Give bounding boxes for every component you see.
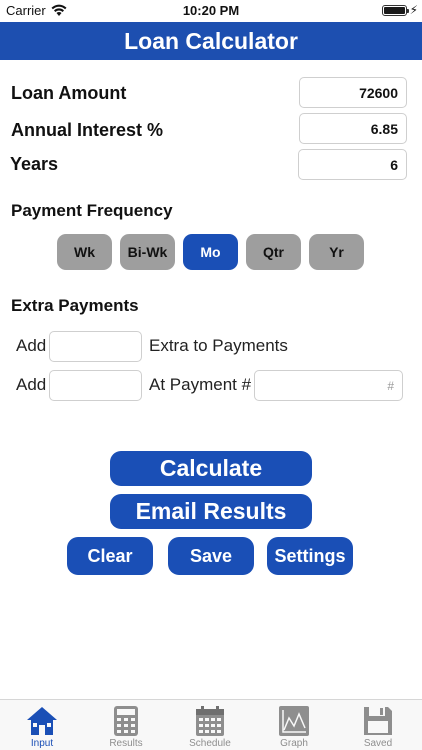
add-label-2: Add [16,375,47,394]
calendar-icon [196,706,224,736]
frequency-monthly-button[interactable]: Mo [183,234,238,270]
years-input[interactable] [298,149,407,180]
years-label: Years [10,154,59,174]
charging-bolt-icon: ⚡ [409,3,418,17]
status-bar: Carrier 10:20 PM ⚡ [0,0,422,22]
save-button[interactable]: Save [168,537,254,575]
tab-saved[interactable]: Saved [336,700,420,750]
annual-interest-input[interactable] [299,113,407,144]
tab-results-label: Results [109,738,143,749]
extra-to-payments-input[interactable] [49,331,142,362]
payment-frequency-title: Payment Frequency [11,201,173,220]
tab-schedule[interactable]: Schedule [168,700,252,750]
page-title: Loan Calculator [124,28,298,54]
graph-icon [279,706,309,736]
tab-results[interactable]: Results [84,700,168,750]
floppy-disk-icon [364,707,392,735]
calculator-icon [114,706,138,736]
frequency-biweekly-button[interactable]: Bi-Wk [120,234,175,270]
loan-amount-label: Loan Amount [11,83,127,103]
annual-interest-label: Annual Interest % [11,120,164,140]
extra-payments-title: Extra Payments [11,296,139,315]
tab-input[interactable]: Input [0,700,84,750]
tab-graph[interactable]: Graph [252,700,336,750]
clear-button[interactable]: Clear [67,537,153,575]
battery-icon [382,5,409,16]
tab-graph-label: Graph [280,738,308,749]
payment-number-input[interactable] [254,370,403,401]
loan-amount-input[interactable] [299,77,407,108]
calculate-button[interactable]: Calculate [110,451,312,486]
extra-to-payments-label: Extra to Payments [149,336,288,355]
clock-label: 10:20 PM [182,3,240,18]
frequency-quarterly-button[interactable]: Qtr [246,234,301,270]
at-payment-label: At Payment # [149,375,252,394]
tab-schedule-label: Schedule [189,738,231,749]
email-results-button[interactable]: Email Results [110,494,312,529]
house-icon [27,707,57,735]
tab-bar: Input Results Schedule Graph Saved [0,699,422,750]
lump-sum-extra-input[interactable] [49,370,142,401]
frequency-yearly-button[interactable]: Yr [309,234,364,270]
title-bar: Loan Calculator [0,22,422,60]
tab-input-label: Input [30,738,54,749]
frequency-weekly-button[interactable]: Wk [57,234,112,270]
settings-button[interactable]: Settings [267,537,353,575]
tab-saved-label: Saved [363,738,393,749]
add-label-1: Add [16,336,47,355]
